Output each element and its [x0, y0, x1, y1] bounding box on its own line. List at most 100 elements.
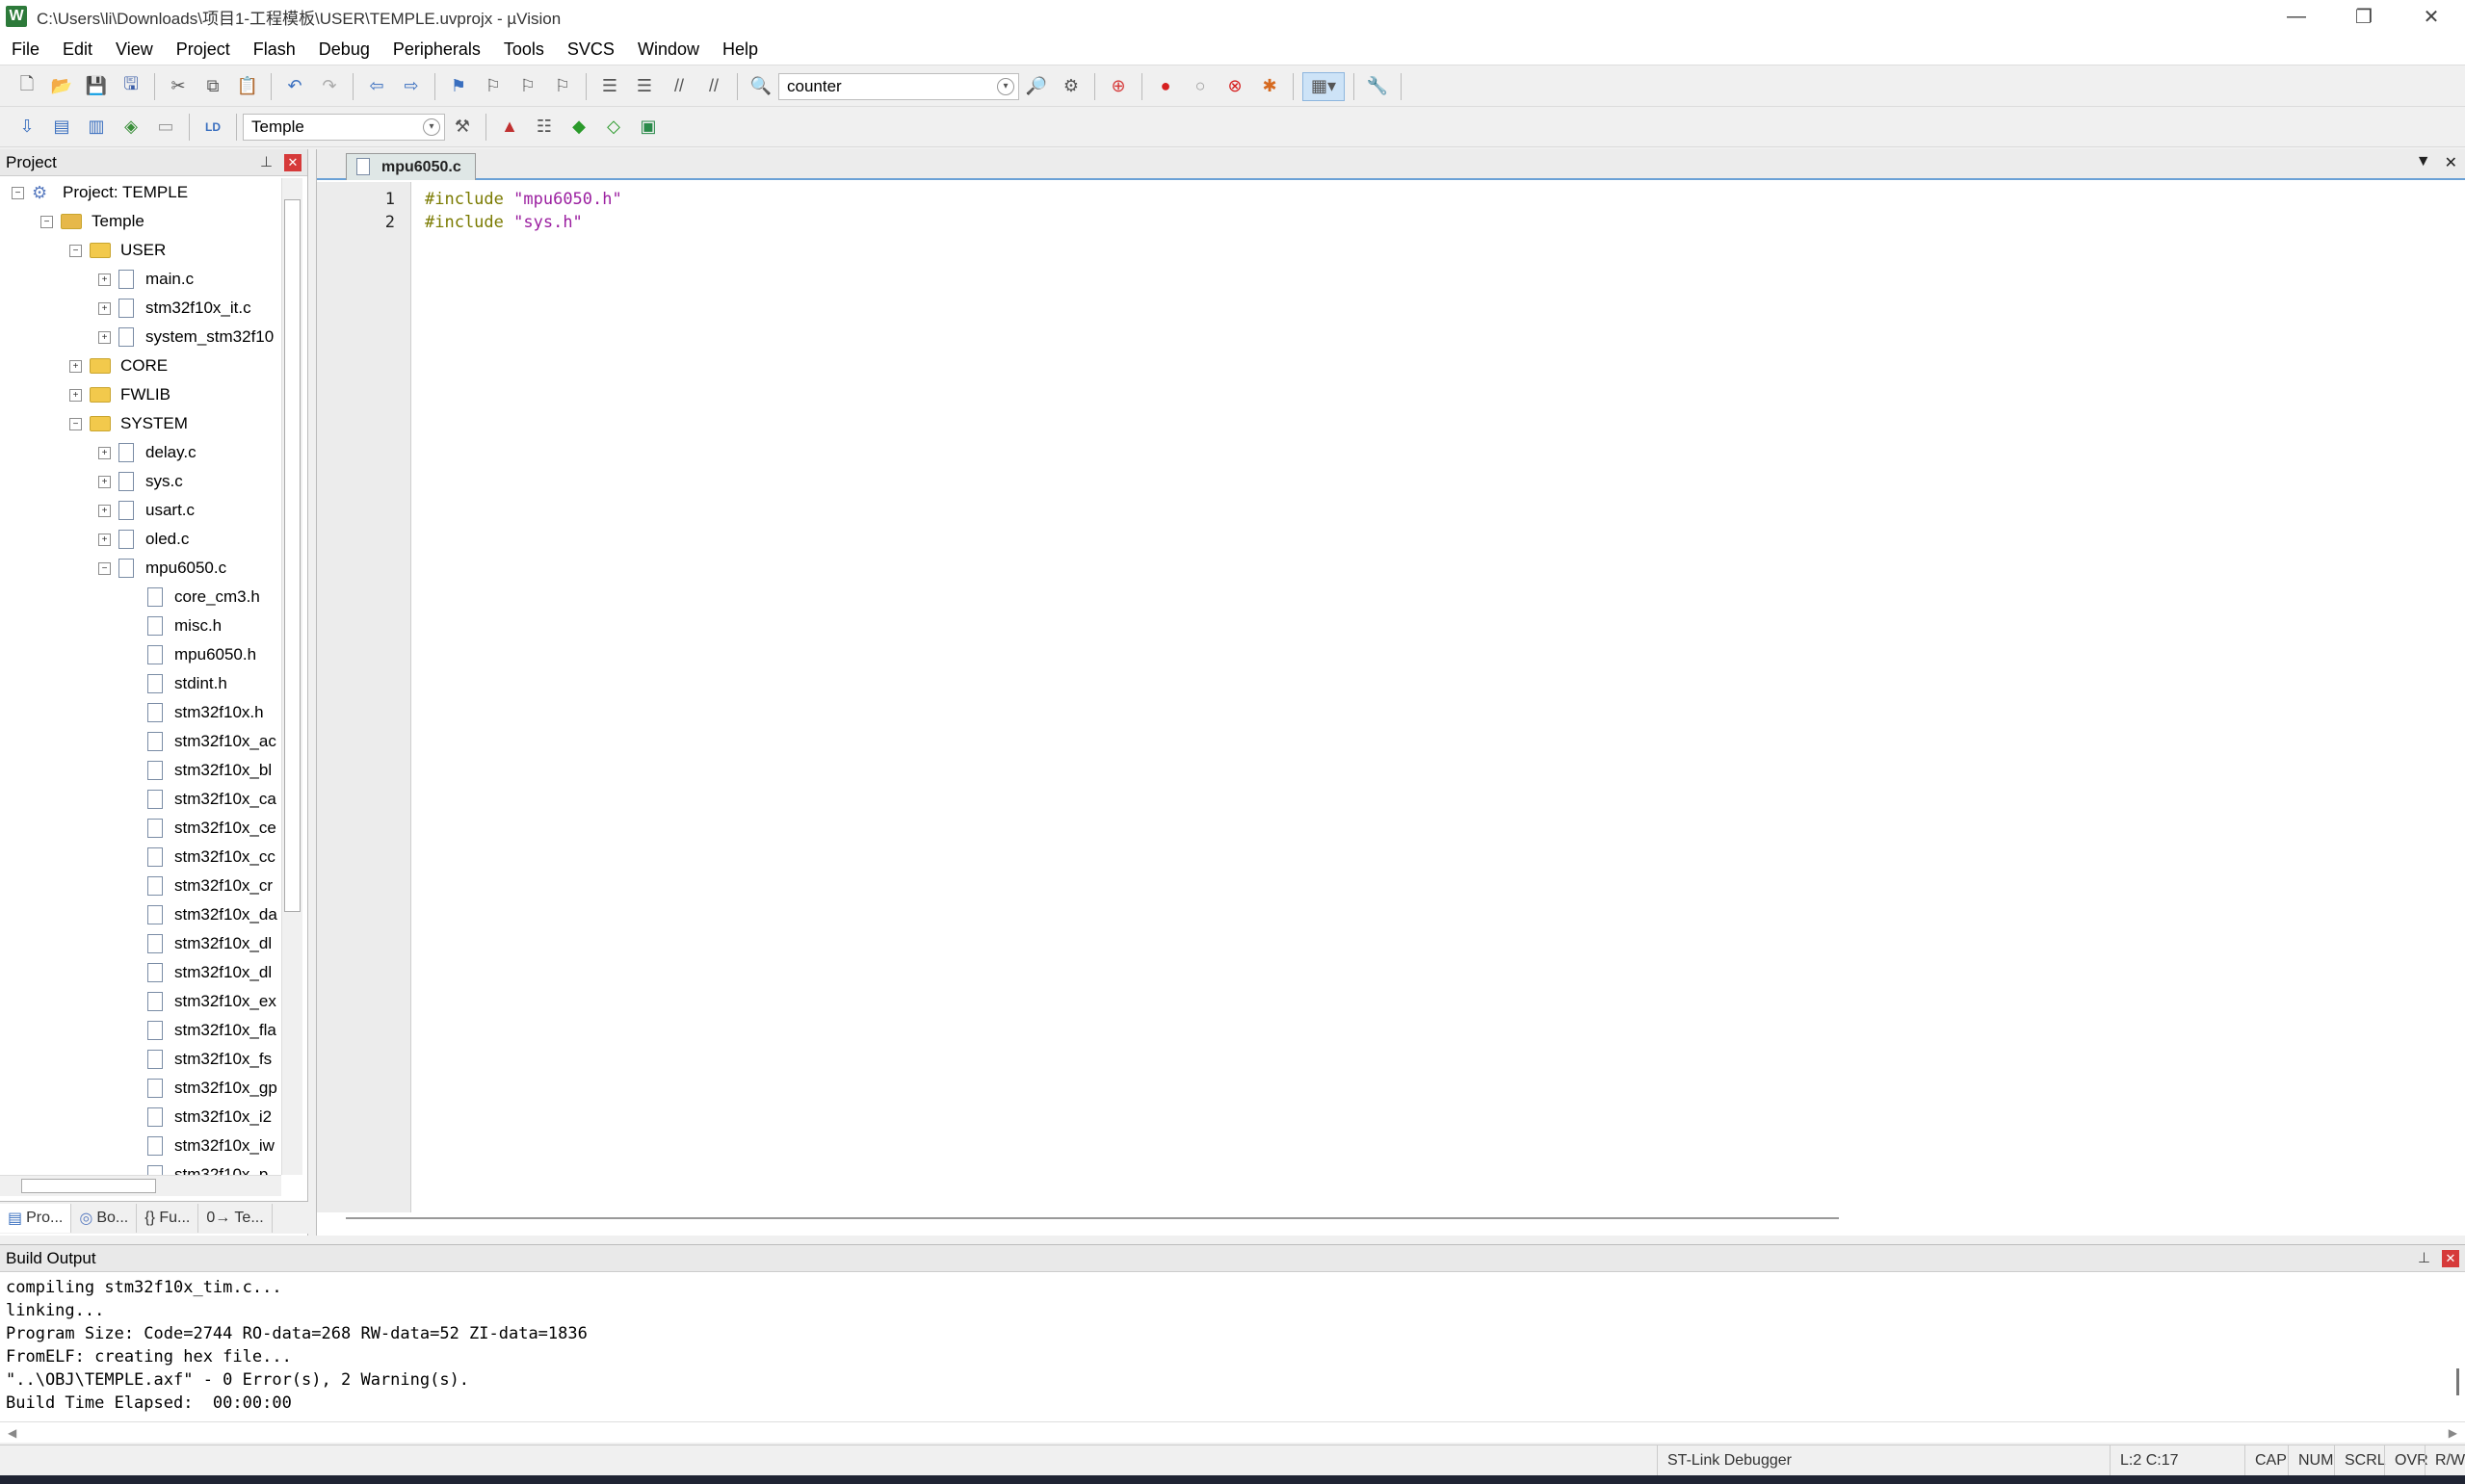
tree-item[interactable]: + stm32f10x_it.c [0, 294, 281, 323]
tree-horizontal-scrollbar[interactable] [0, 1175, 281, 1196]
menu-debug[interactable]: Debug [307, 33, 381, 65]
navigate-back-icon[interactable]: ⇦ [362, 72, 391, 101]
editor-horizontal-scrollbar[interactable] [317, 1209, 2465, 1228]
close-icon[interactable]: ✕ [2442, 1250, 2459, 1267]
incremental-find-icon[interactable]: ⚙ [1057, 72, 1086, 101]
expand-icon[interactable]: + [98, 533, 111, 546]
menu-view[interactable]: View [104, 33, 165, 65]
enable-breakpoint-icon[interactable]: ○ [1186, 72, 1215, 101]
configure-icon[interactable]: 🔧 [1363, 72, 1392, 101]
save-icon[interactable]: 💾 [82, 72, 111, 101]
target-combo[interactable]: Temple ▾ [243, 113, 445, 141]
tree-item[interactable]: + FWLIB [0, 380, 281, 409]
minimize-button[interactable]: — [2263, 0, 2330, 33]
tree-item[interactable]: stm32f10x_ac [0, 727, 281, 756]
menu-peripherals[interactable]: Peripherals [381, 33, 492, 65]
expand-icon[interactable]: + [98, 330, 111, 344]
batch-build-icon[interactable]: ◈ [117, 113, 145, 142]
tree-item[interactable]: stm32f10x_ex [0, 987, 281, 1016]
bookmark-clear-icon[interactable]: ⚐ [548, 72, 577, 101]
tree-item[interactable]: − mpu6050.c [0, 554, 281, 583]
tree-item[interactable]: − SYSTEM [0, 409, 281, 438]
tree-item[interactable]: stm32f10x_cr [0, 872, 281, 900]
rebuild-icon[interactable]: ▥ [82, 113, 111, 142]
bookmark-prev-icon[interactable]: ⚐ [479, 72, 508, 101]
indent-icon[interactable]: ☰ [595, 72, 624, 101]
tree-item[interactable]: stm32f10x_dl [0, 929, 281, 958]
tree-item[interactable]: − USER [0, 236, 281, 265]
disable-breakpoints-icon[interactable]: ⊗ [1220, 72, 1249, 101]
expand-icon[interactable]: + [98, 475, 111, 488]
chevron-down-icon[interactable]: ▾ [997, 77, 1014, 95]
tree-item[interactable]: stm32f10x_da [0, 900, 281, 929]
expand-icon[interactable]: + [98, 504, 111, 517]
redo-icon[interactable]: ↷ [315, 72, 344, 101]
bookmark-next-icon[interactable]: ⚐ [513, 72, 542, 101]
debug-session-icon[interactable]: ⊕ [1104, 72, 1133, 101]
close-editor-icon[interactable]: ✕ [2445, 153, 2457, 172]
select-packs-icon[interactable]: ☷ [530, 113, 559, 142]
tree-item[interactable]: + delay.c [0, 438, 281, 467]
collapse-icon[interactable]: − [98, 561, 111, 575]
find-icon[interactable]: 🔎 [1022, 72, 1051, 101]
tree-item[interactable]: stm32f10x_ca [0, 785, 281, 814]
tree-item[interactable]: stm32f10x_fs [0, 1045, 281, 1074]
expand-icon[interactable]: + [69, 388, 82, 402]
tree-vertical-scrollbar[interactable] [281, 178, 302, 1175]
tab-functions[interactable]: {} Fu... [137, 1203, 199, 1233]
code-line[interactable]: #include "sys.h" [425, 211, 2465, 234]
tree-item[interactable]: stm32f10x_fla [0, 1016, 281, 1045]
translate-icon[interactable]: ⇩ [13, 113, 41, 142]
code-line[interactable]: #include "mpu6050.h" [425, 188, 2465, 211]
menu-svcs[interactable]: SVCS [556, 33, 626, 65]
new-file-icon[interactable]: 🗋 [13, 72, 41, 101]
tree-item[interactable]: stm32f10x_i2 [0, 1103, 281, 1132]
scrollbar-thumb[interactable] [284, 199, 301, 912]
pin-icon[interactable]: ⊥ [2418, 1249, 2430, 1266]
tree-item[interactable]: stm32f10x_bl [0, 756, 281, 785]
options-for-target-icon[interactable]: ⚒ [448, 113, 477, 142]
stop-build-icon[interactable]: ▭ [151, 113, 180, 142]
tree-item[interactable]: stm32f10x_cc [0, 843, 281, 872]
uncomment-icon[interactable]: // [699, 72, 728, 101]
collapse-icon[interactable]: − [69, 244, 82, 257]
tree-item[interactable]: stm32f10x_dl [0, 958, 281, 987]
menu-edit[interactable]: Edit [51, 33, 104, 65]
build-horizontal-scrollbar[interactable]: ◀ ▶ [0, 1421, 2465, 1443]
tree-item[interactable]: mpu6050.h [0, 640, 281, 669]
comment-icon[interactable]: // [665, 72, 694, 101]
tree-item[interactable]: + main.c [0, 265, 281, 294]
open-file-icon[interactable]: 📂 [47, 72, 76, 101]
scrollbar-thumb[interactable] [346, 1217, 1839, 1219]
tree-item[interactable]: stm32f10x_p [0, 1160, 281, 1175]
scroll-right-icon[interactable]: ▶ [2449, 1426, 2457, 1440]
bookmark-toggle-icon[interactable]: ⚑ [444, 72, 473, 101]
expand-icon[interactable]: + [98, 446, 111, 459]
menu-help[interactable]: Help [711, 33, 770, 65]
window-layout-icon[interactable]: ▦▾ [1302, 71, 1345, 101]
build-output-text[interactable]: compiling stm32f10x_tim.c... linking... … [0, 1272, 2465, 1419]
tree-item[interactable]: + system_stm32f10 [0, 323, 281, 351]
collapse-icon[interactable]: − [69, 417, 82, 430]
insert-breakpoint-icon[interactable]: ● [1151, 72, 1180, 101]
software-components-icon[interactable]: ▣ [634, 113, 663, 142]
navigate-forward-icon[interactable]: ⇨ [397, 72, 426, 101]
tree-item[interactable]: stm32f10x_gp [0, 1074, 281, 1103]
scroll-left-icon[interactable]: ◀ [8, 1426, 16, 1440]
tab-books[interactable]: ◎ Bo... [71, 1203, 138, 1233]
undo-icon[interactable]: ↶ [280, 72, 309, 101]
paste-icon[interactable]: 📋 [233, 72, 262, 101]
tree-item[interactable]: stm32f10x.h [0, 698, 281, 727]
tree-item[interactable]: misc.h [0, 612, 281, 640]
tree-item[interactable]: + sys.c [0, 467, 281, 496]
tree-item[interactable]: stm32f10x_ce [0, 814, 281, 843]
menu-window[interactable]: Window [626, 33, 711, 65]
unindent-icon[interactable]: ☰ [630, 72, 659, 101]
tree-item[interactable]: − Temple [0, 207, 281, 236]
menu-file[interactable]: File [0, 33, 51, 65]
tree-item[interactable]: core_cm3.h [0, 583, 281, 612]
menu-tools[interactable]: Tools [492, 33, 556, 65]
tab-project[interactable]: ▤ Pro... [0, 1203, 72, 1233]
tree-item[interactable]: stm32f10x_iw [0, 1132, 281, 1160]
cut-icon[interactable]: ✂ [164, 72, 193, 101]
